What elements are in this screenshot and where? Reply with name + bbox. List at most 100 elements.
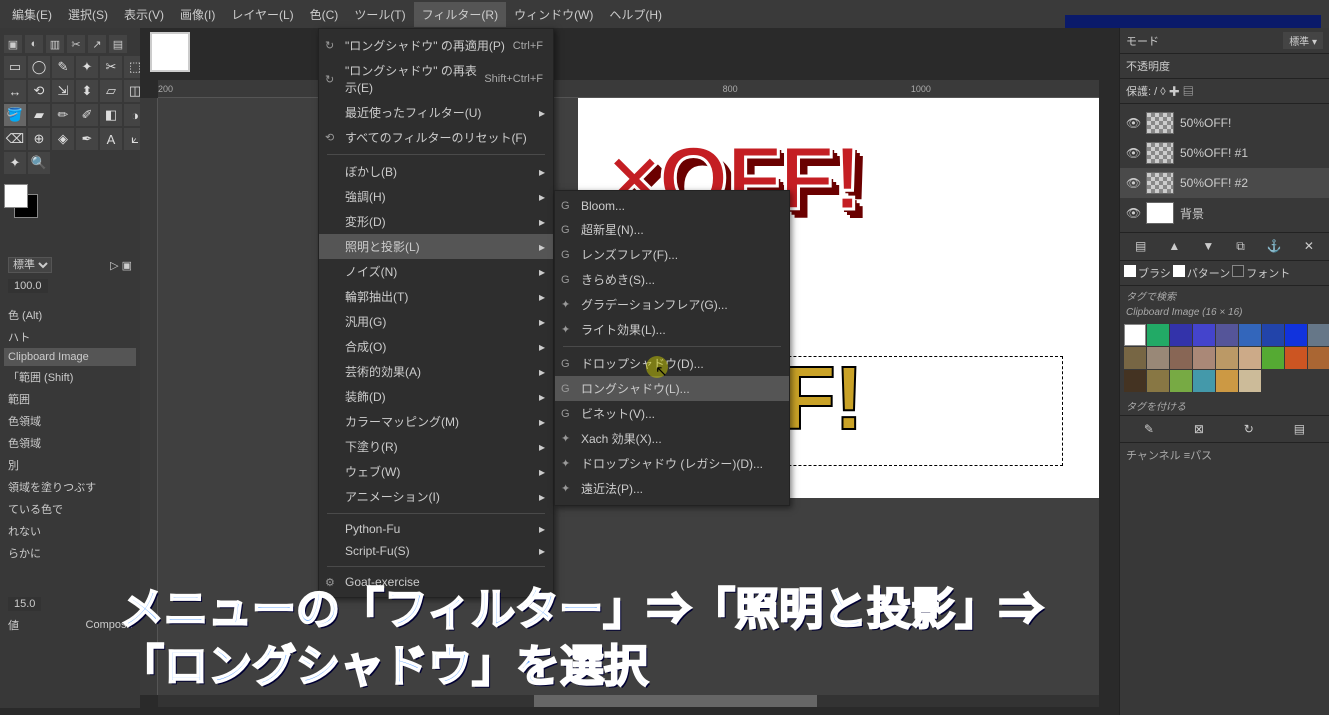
mi-decor[interactable]: 装飾(D)▸ [319,384,553,409]
mi-enhance[interactable]: 強調(H)▸ [319,184,553,209]
menu-color[interactable]: 色(C) [302,2,347,27]
opt[interactable]: ハト [4,326,136,348]
tool[interactable]: ⊕ [28,128,50,150]
pattern[interactable] [1147,347,1169,369]
pattern[interactable] [1193,347,1215,369]
mi-animation[interactable]: アニメーション(I)▸ [319,484,553,509]
pattern[interactable] [1216,347,1238,369]
pattern[interactable] [1216,324,1238,346]
pattern[interactable] [1239,370,1261,392]
mi-colormap[interactable]: カラーマッピング(M)▸ [319,409,553,434]
mi-edge[interactable]: 輪郭抽出(T)▸ [319,284,553,309]
mi-script-fu[interactable]: Script-Fu(S)▸ [319,540,553,562]
opt[interactable]: 色 (Alt) [4,304,136,326]
mi-perspective[interactable]: ✦遠近法(P)... [555,476,789,501]
fg-color[interactable] [4,184,28,208]
tool[interactable]: ⬍ [76,80,98,102]
mi-xach[interactable]: ✦Xach 効果(X)... [555,426,789,451]
mi-python-fu[interactable]: Python-Fu▸ [319,518,553,540]
eye-icon[interactable]: 👁 [1126,176,1140,190]
opt[interactable]: Clipboard Image [4,348,136,366]
tool[interactable]: A [100,128,122,150]
lock-icons[interactable]: ◊ ✚ ▤ [1160,86,1194,98]
pattern[interactable] [1239,347,1261,369]
mi-artistic[interactable]: 芸術的効果(A)▸ [319,359,553,384]
tool[interactable]: ✎ [52,56,74,78]
edit-icon[interactable]: ✎ [1144,422,1154,436]
layer-row[interactable]: 👁 50%OFF! #2 [1120,168,1329,198]
tool[interactable]: ◧ [100,104,122,126]
pattern[interactable] [1308,347,1329,369]
opt[interactable]: 範囲 [4,388,136,410]
menu-view[interactable]: 表示(V) [116,2,172,27]
layer-row[interactable]: 👁 50%OFF! #1 [1120,138,1329,168]
tab-brush[interactable]: ブラシ [1138,265,1171,281]
tool[interactable]: 🔍 [28,152,50,174]
tool[interactable]: ▰ [28,104,50,126]
tool[interactable]: ⌫ [4,128,26,150]
mi-web[interactable]: ウェブ(W)▸ [319,459,553,484]
mi-lighting[interactable]: ✦ライト効果(L)... [555,317,789,342]
pattern[interactable] [1285,324,1307,346]
mi-drop-shadow[interactable]: Gドロップシャドウ(D)... [555,351,789,376]
eye-icon[interactable]: 👁 [1126,146,1140,160]
mi-sparkle[interactable]: Gきらめき(S)... [555,267,789,292]
tool[interactable]: ◈ [52,128,74,150]
mi-render[interactable]: 下塗り(R)▸ [319,434,553,459]
checkbox[interactable] [1173,265,1185,277]
checkbox[interactable] [1124,265,1136,277]
toolbox-icon[interactable]: ↗ [88,35,106,53]
menu-image[interactable]: 画像(I) [172,2,223,27]
raise-icon[interactable]: ▲ [1168,239,1180,254]
refresh-icon[interactable]: ↻ [1244,422,1254,436]
dock-bottom-tabs[interactable]: チャンネル ≡パス [1120,442,1329,467]
layer-row[interactable]: 👁 背景 [1120,198,1329,228]
pattern[interactable] [1239,324,1261,346]
toolbox-icon[interactable]: ▥ [46,35,64,53]
menu-edit[interactable]: 編集(E) [4,2,60,27]
new-layer-icon[interactable]: ▤ [1135,239,1146,254]
anchor-icon[interactable]: ⚓ [1267,239,1282,254]
menu-filter[interactable]: フィルター(R) [414,2,506,27]
checkbox[interactable] [1232,265,1244,277]
pattern[interactable] [1193,370,1215,392]
pattern[interactable] [1170,324,1192,346]
menu-tool[interactable]: ツール(T) [346,2,413,27]
tool[interactable]: ⇲ [52,80,74,102]
opt[interactable]: ている色で [4,498,136,520]
mi-reshow[interactable]: ↻"ロングシャドウ" の再表示(E)Shift+Ctrl+F [319,58,553,100]
scroll-thumb[interactable] [534,695,816,707]
mi-lens-flare[interactable]: Gレンズフレア(F)... [555,242,789,267]
menu-help[interactable]: ヘルプ(H) [601,2,670,27]
mi-supernova[interactable]: G超新星(N)... [555,217,789,242]
tool[interactable]: ✦ [76,56,98,78]
tab-pattern[interactable]: パターン [1187,265,1230,281]
mi-generic[interactable]: 汎用(G)▸ [319,309,553,334]
mi-goat[interactable]: ⚙Goat-exercise [319,571,553,593]
pattern[interactable] [1124,370,1146,392]
eye-icon[interactable]: 👁 [1126,116,1140,130]
mi-distort[interactable]: 変形(D)▸ [319,209,553,234]
pattern[interactable] [1124,324,1146,346]
menu-window[interactable]: ウィンドウ(W) [506,2,601,27]
opt[interactable]: らかに [4,542,136,564]
mi-drop-shadow-legacy[interactable]: ✦ドロップシャドウ (レガシー)(D)... [555,451,789,476]
opacity-value[interactable]: 100.0 [8,279,48,293]
pattern[interactable] [1262,347,1284,369]
tool[interactable]: ⟲ [28,80,50,102]
mi-long-shadow[interactable]: Gロングシャドウ(L)... [555,376,789,401]
tool[interactable]: ✂ [100,56,122,78]
pattern[interactable] [1124,347,1146,369]
mi-light-shadow[interactable]: 照明と投影(L)▸ [319,234,553,259]
mi-recent[interactable]: 最近使ったフィルター(U)▸ [319,100,553,125]
tool[interactable]: ▭ [4,56,26,78]
tool[interactable]: ✐ [76,104,98,126]
eye-icon[interactable]: 👁 [1126,206,1140,220]
pattern[interactable] [1262,324,1284,346]
tool[interactable]: ↔ [4,80,26,102]
opt[interactable]: 領域を塗りつぶす [4,476,136,498]
tab-font[interactable]: フォント [1246,265,1290,281]
threshold-value[interactable]: 15.0 [8,597,41,611]
mi-gradient-flare[interactable]: ✦グラデーションフレア(G)... [555,292,789,317]
delete-icon[interactable]: ⊠ [1194,422,1204,436]
